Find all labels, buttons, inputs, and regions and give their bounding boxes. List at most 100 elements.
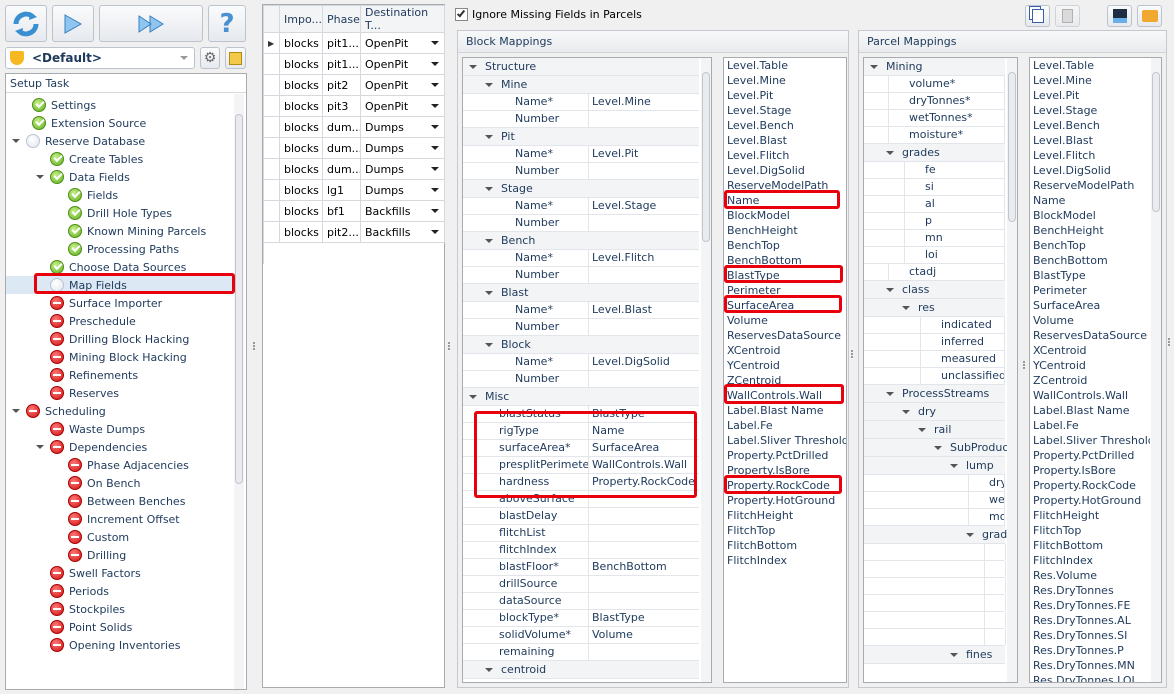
property-value[interactable]: [589, 491, 699, 507]
field-list-item[interactable]: Level.Pit: [1030, 88, 1150, 103]
field-list-item[interactable]: Res.DryTonnes.SI: [1030, 628, 1150, 643]
destination-dropdown[interactable]: Dumps: [360, 116, 445, 138]
property-value[interactable]: [589, 644, 699, 660]
field-list-item[interactable]: Perimeter: [1030, 283, 1150, 298]
property-row[interactable]: drillSource: [463, 576, 699, 593]
run-button[interactable]: [52, 5, 94, 42]
property-row[interactable]: unclassified: [864, 368, 1005, 385]
row-indicator[interactable]: [263, 53, 280, 75]
category-row[interactable]: Pit: [463, 128, 699, 146]
property-value[interactable]: Name: [589, 423, 699, 439]
property-row[interactable]: surfaceArea* SurfaceArea: [463, 440, 699, 457]
property-row[interactable]: flitchIndex: [463, 542, 699, 559]
phase-cell[interactable]: pit1...: [322, 32, 361, 54]
splitter-handle[interactable]: [1168, 338, 1170, 346]
import-cell[interactable]: blocks: [279, 200, 323, 222]
field-list-item[interactable]: BenchTop: [724, 238, 846, 253]
field-list-item[interactable]: Name: [724, 193, 846, 208]
property-value[interactable]: Level.DigSolid: [589, 354, 699, 370]
setup-task-item[interactable]: Reserve Database: [6, 132, 145, 150]
property-row[interactable]: dryTonnes*: [864, 93, 1005, 110]
category-row[interactable]: centroid: [463, 661, 699, 679]
column-header-import[interactable]: Impo...: [279, 5, 323, 33]
field-list-item[interactable]: Label.Blast Name: [1030, 403, 1150, 418]
field-list-item[interactable]: Level.Bench: [724, 118, 846, 133]
field-list-item[interactable]: Res.Volume: [1030, 568, 1150, 583]
field-list-item[interactable]: Level.Mine: [724, 73, 846, 88]
setup-task-item[interactable]: Periods: [6, 582, 109, 600]
category-row[interactable]: rail: [864, 421, 1005, 439]
setup-task-item[interactable]: Stockpiles: [6, 600, 125, 618]
field-list-item[interactable]: BlockModel: [724, 208, 846, 223]
property-value[interactable]: BenchBottom: [589, 559, 699, 575]
field-list-item[interactable]: Perimeter: [724, 283, 846, 298]
phase-cell[interactable]: bf1: [322, 200, 361, 222]
destination-dropdown[interactable]: Backfills: [360, 200, 445, 222]
property-row[interactable]: al: [864, 196, 1005, 213]
collapse-arrow-icon[interactable]: [485, 667, 493, 672]
property-row[interactable]: Number: [463, 111, 699, 128]
setup-task-item[interactable]: Between Benches: [6, 492, 185, 510]
table-row[interactable]: blocks pit1... OpenPit: [263, 53, 445, 75]
category-row[interactable]: dry: [864, 403, 1005, 421]
collapse-arrow-icon[interactable]: [886, 287, 894, 292]
collapse-arrow-icon[interactable]: [485, 238, 493, 243]
phase-cell[interactable]: pit2: [322, 74, 361, 96]
field-list-item[interactable]: Level.Mine: [1030, 73, 1150, 88]
category-row[interactable]: Bench: [463, 232, 699, 250]
open-button[interactable]: [1137, 5, 1162, 27]
property-row[interactable]: Name* Level.Pit: [463, 146, 699, 163]
collapse-arrow-icon[interactable]: [485, 82, 493, 87]
property-row[interactable]: Number: [463, 371, 699, 388]
import-cell[interactable]: blocks: [279, 179, 323, 201]
field-list-item[interactable]: Level.Pit: [724, 88, 846, 103]
destination-dropdown[interactable]: Dumps: [360, 137, 445, 159]
category-row[interactable]: Blast: [463, 284, 699, 302]
collapse-arrow-icon[interactable]: [485, 134, 493, 139]
field-list-item[interactable]: FlitchTop: [1030, 523, 1150, 538]
setup-task-item[interactable]: Surface Importer: [6, 294, 162, 312]
field-list-item[interactable]: FlitchHeight: [724, 508, 846, 523]
field-list-item[interactable]: Level.DigSolid: [724, 163, 846, 178]
field-list-item[interactable]: Res.DryTonnes.AL: [1030, 613, 1150, 628]
row-indicator[interactable]: [263, 179, 280, 201]
property-value[interactable]: SurfaceArea: [589, 440, 699, 456]
property-row[interactable]: blastStatus BlastType: [463, 406, 699, 423]
setup-task-item[interactable]: Dependencies: [6, 438, 147, 456]
field-list-item[interactable]: Property.HotGround: [724, 493, 846, 508]
property-value[interactable]: Level.Blast: [589, 302, 699, 318]
property-value[interactable]: [589, 542, 699, 558]
field-list-item[interactable]: Property.RockCode: [724, 478, 846, 493]
category-row[interactable]: SubProduct: [864, 439, 1013, 457]
property-row[interactable]: hardness Property.RockCode: [463, 474, 699, 491]
collapse-arrow-icon[interactable]: [966, 532, 974, 537]
property-row[interactable]: blockType* BlastType: [463, 610, 699, 627]
property-row[interactable]: volume*: [864, 76, 1005, 93]
property-row[interactable]: Number: [463, 163, 699, 180]
setup-task-item[interactable]: Choose Data Sources: [6, 258, 186, 276]
phase-cell[interactable]: lg1: [322, 179, 361, 201]
table-row[interactable]: blocks bf1 Backfills: [263, 200, 445, 222]
setup-task-item[interactable]: Mining Block Hacking: [6, 348, 187, 366]
setup-task-item[interactable]: Scheduling: [6, 402, 106, 420]
collapse-arrow-icon[interactable]: [870, 64, 878, 69]
splitter-handle[interactable]: [448, 342, 450, 350]
property-row[interactable]: Number: [463, 319, 699, 336]
phase-cell[interactable]: pit2...: [322, 221, 361, 243]
destination-dropdown[interactable]: Dumps: [360, 158, 445, 180]
field-list-item[interactable]: Label.Fe: [724, 418, 846, 433]
property-value[interactable]: [589, 576, 699, 592]
property-row[interactable]: moisture: [864, 509, 1005, 526]
field-list-item[interactable]: Volume: [1030, 313, 1150, 328]
expand-arrow-icon[interactable]: [12, 409, 20, 413]
category-row[interactable]: class: [864, 281, 1005, 299]
field-list-item[interactable]: Res.DryTonnes.LOI: [1030, 673, 1150, 682]
property-row[interactable]: mn: [864, 612, 1006, 629]
property-value[interactable]: [589, 319, 699, 335]
destination-dropdown[interactable]: OpenPit: [360, 95, 445, 117]
property-row[interactable]: inferred: [864, 334, 1005, 351]
field-list-item[interactable]: Level.Stage: [1030, 103, 1150, 118]
field-list-item[interactable]: Property.PctDrilled: [724, 448, 846, 463]
category-row[interactable]: Block: [463, 336, 699, 354]
property-value[interactable]: Volume: [589, 627, 699, 643]
